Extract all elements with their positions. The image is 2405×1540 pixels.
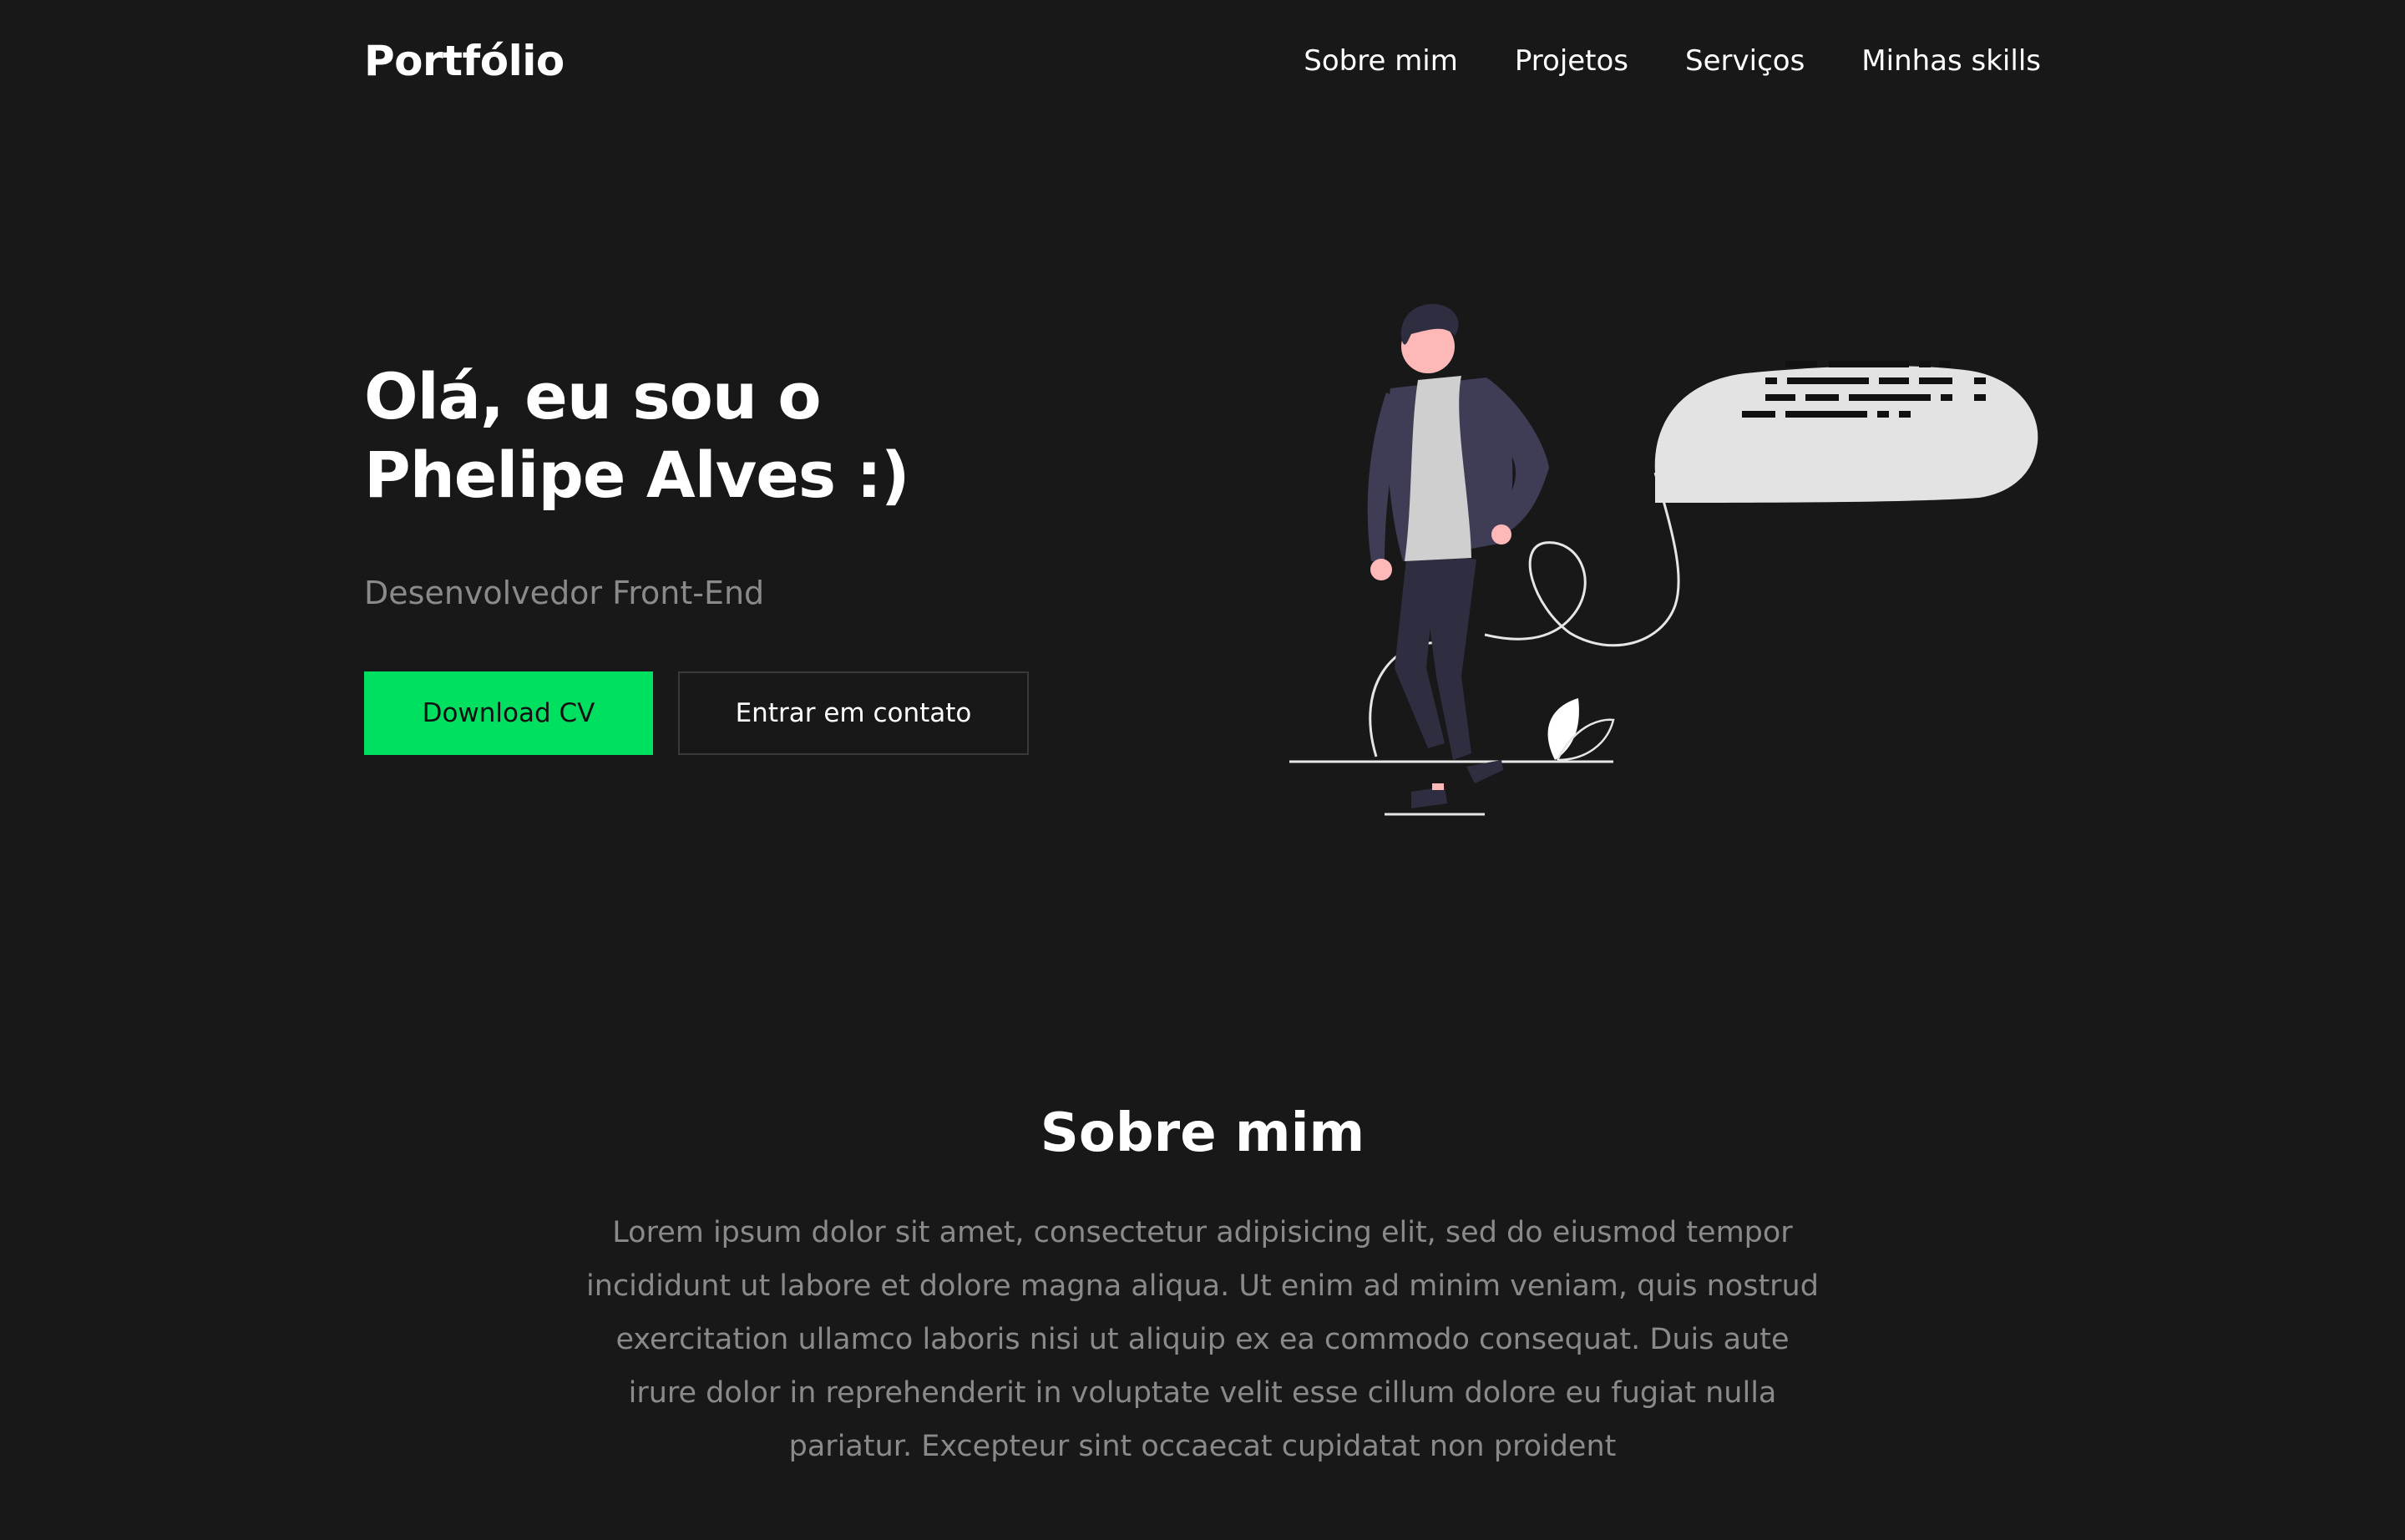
person-icon <box>1367 304 1549 808</box>
speech-bubble-icon <box>1654 366 2038 503</box>
main-nav: Sobre mim Projetos Serviços Minhas skill… <box>1304 40 2041 82</box>
hero-title: Olá, eu sou o Phelipe Alves :) <box>364 357 910 514</box>
about-title: Sobre mim <box>1040 1102 1365 1164</box>
contact-button[interactable]: Entrar em contato <box>678 671 1029 755</box>
hero-title-line-1: Olá, eu sou o <box>364 359 822 433</box>
nav-link-servicos[interactable]: Serviços <box>1685 40 1805 82</box>
nav-link-minhas-skills[interactable]: Minhas skills <box>1861 40 2041 82</box>
about-text: Lorem ipsum dolor sit amet, consectetur … <box>586 1216 1819 1463</box>
download-cv-button[interactable]: Download CV <box>364 671 653 755</box>
nav-link-projetos[interactable]: Projetos <box>1515 40 1628 82</box>
nav-link-sobre-mim[interactable]: Sobre mim <box>1304 40 1458 82</box>
hero-subtitle: Desenvolvedor Front-End <box>364 575 765 611</box>
site-header: Portfólio Sobre mim Projetos Serviços Mi… <box>0 0 2405 124</box>
logo[interactable]: Portfólio <box>364 33 565 89</box>
hero-illustration <box>1289 304 2038 816</box>
hero-title-line-2: Phelipe Alves :) <box>364 438 910 512</box>
